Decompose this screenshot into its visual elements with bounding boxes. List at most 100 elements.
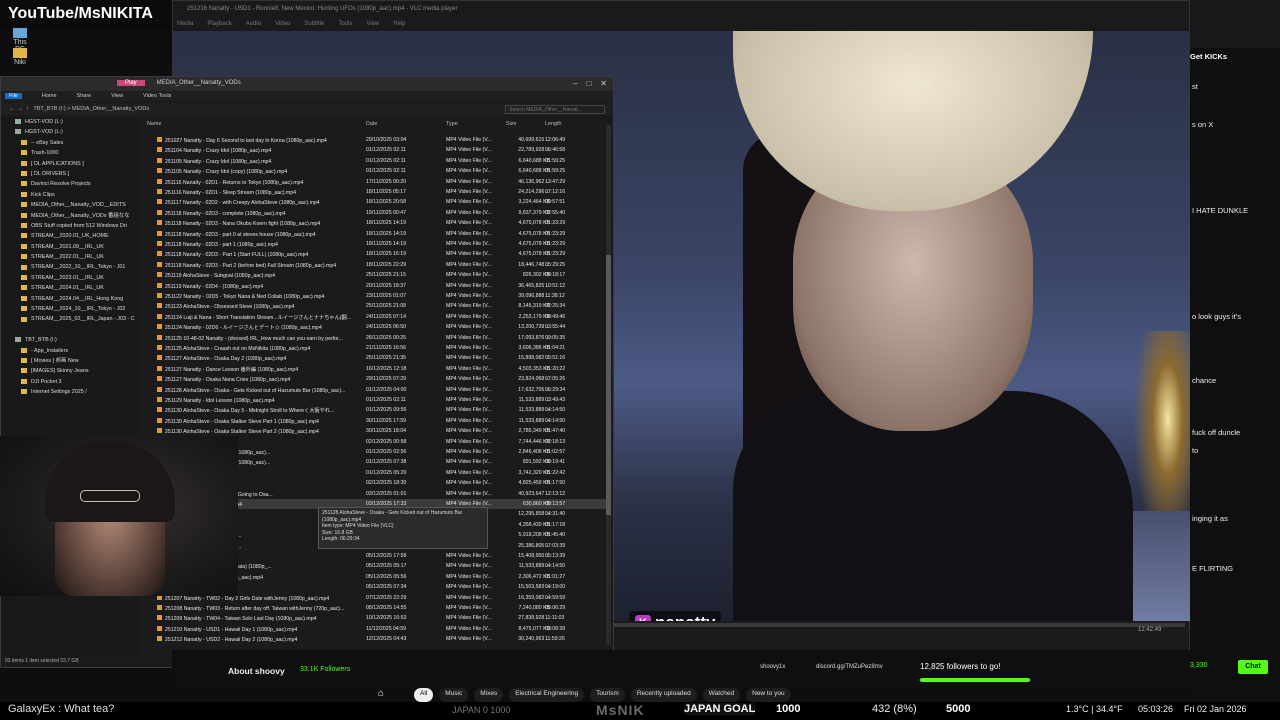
tag-tourism[interactable]: Tourism	[590, 688, 625, 702]
column-size[interactable]: Size	[506, 121, 517, 127]
minimize-icon[interactable]: –	[573, 79, 577, 88]
x-link[interactable]: shoovy1x	[760, 664, 785, 670]
vlc-menu-media[interactable]: Media	[177, 21, 193, 27]
nav-folder[interactable]: Internet Settings 2025 /	[1, 387, 139, 397]
file-row[interactable]: 251124 Nanatty - 02D6 - ルイージさんとデート☆ (108…	[141, 322, 607, 332]
file-row[interactable]: 251104 Nanatty - Crazy Idol (1080p_aac).…	[141, 145, 607, 155]
tag-music[interactable]: Music	[439, 688, 469, 702]
file-row[interactable]: 251123 AlohaSteve - Obsessed Steve (1080…	[141, 301, 607, 311]
forward-icon[interactable]: →	[18, 106, 24, 112]
search-input[interactable]: Search MEDIA_Other__Nanatt...	[505, 105, 605, 114]
nav-folder[interactable]: STREAM__2022_10__IRL_Tokyo - J01	[1, 262, 139, 272]
nav-folder[interactable]: STREAM__2021.09__IRL_UK	[1, 242, 139, 252]
file-row[interactable]: 251125 10-48-02 Nanatty - (dooxed) IRL_H…	[141, 333, 607, 343]
file-row[interactable]: 251119 Nanatty - 02D4 - (1080p_aac).mp4 2…	[141, 281, 607, 291]
nav-drive[interactable]: HGST-VOD (L:)	[1, 117, 139, 127]
vlc-menu-view[interactable]: View	[366, 21, 379, 27]
column-length[interactable]: Length	[545, 121, 562, 127]
vlc-menu-audio[interactable]: Audio	[246, 21, 261, 27]
nav-folder[interactable]: STREAM__2024_10__IRL_Tokyo - J02	[1, 304, 139, 314]
tag-new-to-you[interactable]: New to you	[746, 688, 791, 702]
vlc-menu-playback[interactable]: Playback	[207, 21, 231, 27]
nav-folder[interactable]: STREAM__2024.01__IRL_UK	[1, 283, 139, 293]
file-row[interactable]: 251125 AlohaSteve - Craash out on MsNiki…	[141, 343, 607, 353]
home-icon[interactable]: ⌂	[378, 688, 384, 699]
ribbon-tab-home[interactable]: Home	[42, 93, 57, 99]
ribbon-tab-view[interactable]: View	[111, 93, 123, 99]
ribbon-tab-file[interactable]: File	[5, 93, 22, 99]
tag-electrical-engineering[interactable]: Electrical Engineering	[509, 688, 585, 702]
nav-folder[interactable]: STREAM__2025_02__IRL_Japan - J03 - C	[1, 314, 139, 324]
vlc-menu-subtitle[interactable]: Subtitle	[304, 21, 324, 27]
nav-folder[interactable]: [ DL DRIVERS ]	[1, 169, 139, 179]
nav-folder[interactable]: Kick Clips	[1, 190, 139, 200]
vlc-menu-tools[interactable]: Tools	[338, 21, 352, 27]
nav-folder[interactable]: -- eBay Sales	[1, 138, 139, 148]
vlc-menu-help[interactable]: Help	[393, 21, 405, 27]
file-row[interactable]: 251130 AlohaSteve - Osaka Day 5 - Midnig…	[141, 405, 607, 415]
file-row[interactable]: 251210 Nanatty - USD1 - Hawaii Day 1 (10…	[141, 624, 607, 634]
file-row[interactable]: 251127 AlohaSteve - Osaka Day 2 (1080p_a…	[141, 353, 607, 363]
vlc-menu-video[interactable]: Video	[275, 21, 290, 27]
file-row[interactable]: 251124 Luiji & Nana - Short Translation …	[141, 312, 607, 322]
nav-folder[interactable]: Trash-1000	[1, 148, 139, 158]
tag-recently-uploaded[interactable]: Recently uploaded	[630, 688, 697, 702]
nav-folder[interactable]: [ Movies ] 邦画 New	[1, 356, 139, 366]
file-row[interactable]: 251118 Nanatty - 02D3 - part 1 (1080p_aa…	[141, 239, 607, 249]
tag-mixes[interactable]: Mixes	[474, 688, 504, 702]
tag-all[interactable]: All	[414, 688, 434, 702]
nav-folder[interactable]: [ DL APPLICATIONS ]	[1, 159, 139, 169]
chat-button[interactable]: Chat	[1238, 660, 1268, 674]
nav-folder[interactable]: MEDIA_Other__Nanatty_VOD__EDITS	[1, 200, 139, 210]
ribbon-tab-share[interactable]: Share	[77, 93, 92, 99]
column-date[interactable]: Date	[366, 121, 377, 127]
file-row[interactable]: 251130 AlohaSteve - Osaka Stalker Steve …	[141, 416, 607, 426]
file-row[interactable]: 251118 Nanatty - 02D3 - part 0 at steves…	[141, 229, 607, 239]
file-row[interactable]: 251122 Nanatty - 02D5 - Tokyo Nana & Ned…	[141, 291, 607, 301]
nav-folder[interactable]: STREAM__2023.01__IRL_UK	[1, 273, 139, 283]
about-streamer[interactable]: About shoovy	[228, 666, 285, 676]
nav-folder[interactable]: [IMAGES] Skinny Jeans	[1, 366, 139, 376]
maximize-icon[interactable]: □	[587, 79, 592, 88]
file-row[interactable]: 251127 Nanatty - Osaka Nana Cries (1080p…	[141, 374, 607, 384]
file-row[interactable]: 251129 Nanatty - Idol Lesson (1080p_aac)…	[141, 395, 607, 405]
nav-folder[interactable]: - App_Installers	[1, 346, 139, 356]
nav-folder[interactable]: Davinci Resolve Projects	[1, 179, 139, 189]
file-row[interactable]: 251212 Nanatty - USD2 - Hawaii Day 2 (10…	[141, 634, 607, 644]
file-row[interactable]: 251118 Nanatty - 02D3 - Nana Okubo Koern…	[141, 218, 607, 228]
file-row[interactable]: 251118 Nanatty - 02D3 - Part 2 (before b…	[141, 260, 607, 270]
ribbon-tab-video-tools[interactable]: Video Tools	[143, 93, 171, 99]
play-tab[interactable]: Play	[117, 80, 145, 86]
file-row[interactable]: 251119 AlohaSteve - Subgoal (1080p_aac).…	[141, 270, 607, 280]
scrollbar[interactable]	[606, 125, 611, 645]
get-kicks-button[interactable]: Get KICKs	[1190, 52, 1227, 61]
niki-folder-desktop-icon[interactable]: Niki	[8, 48, 32, 66]
file-row[interactable]: 251208 Nanatty - TW03 - Return after day…	[141, 603, 607, 613]
tag-watched[interactable]: Watched	[702, 688, 741, 702]
nav-folder[interactable]: OBS Stuff copied from 512 Windows Dri	[1, 221, 139, 231]
nav-drive[interactable]: HGST-VOD (L:)	[1, 127, 139, 137]
file-row[interactable]: 251118 Nanatty - 02D3 - complete (1080p_…	[141, 208, 607, 218]
file-row[interactable]: 251127 Nanatty - Dance Lesson 番外編 (1080p…	[141, 364, 607, 374]
file-row[interactable]: 251128 AlohaSteve - Osaka - Gets Kicked …	[141, 385, 607, 395]
nav-folder[interactable]: MEDIA_Other__Nanatty_VODs 番組なな	[1, 211, 139, 221]
file-row[interactable]: 251116 Nanatty - 02D1 - Returns to Tokyo…	[141, 177, 607, 187]
back-icon[interactable]: ←	[9, 106, 15, 112]
close-icon[interactable]: ✕	[600, 79, 607, 88]
nav-folder[interactable]: STREAM__2022.01__IRL_UK	[1, 252, 139, 262]
nav-drive[interactable]: TBT_BTB (I:)	[1, 335, 139, 345]
file-row[interactable]: 251105 Nanatty - Crazy Idol (1080p_aac).…	[141, 156, 607, 166]
nav-folder[interactable]: STREAM__2024.04__IRL_Hong Kong	[1, 294, 139, 304]
file-row[interactable]: 251209 Nanatty - TW04 - Taiwan Solo Last…	[141, 613, 607, 623]
column-type[interactable]: Type	[446, 121, 458, 127]
discord-link[interactable]: discord.gg/TMZuPez8mv	[816, 664, 883, 670]
file-row[interactable]: 251027 Nanatty - Day 6 Second to last da…	[141, 135, 607, 145]
file-row[interactable]: 251118 Nanatty - 02D3 - Part 1 (Start FU…	[141, 249, 607, 259]
column-name[interactable]: Name	[147, 121, 161, 127]
file-row[interactable]: 251117 Nanatty - 02D2 - with Creepy Aloh…	[141, 197, 607, 207]
nav-folder[interactable]: DJI Pocket 3	[1, 377, 139, 387]
file-row[interactable]: 251116 Nanatty - 02D1 - Sleep Stream (10…	[141, 187, 607, 197]
file-row[interactable]: 251105 Nanatty - Crazy Idol (copy) (1080…	[141, 166, 607, 176]
nav-folder[interactable]: STREAM__2020.01_UK_HOME	[1, 231, 139, 241]
scrollbar-thumb[interactable]	[606, 255, 611, 515]
